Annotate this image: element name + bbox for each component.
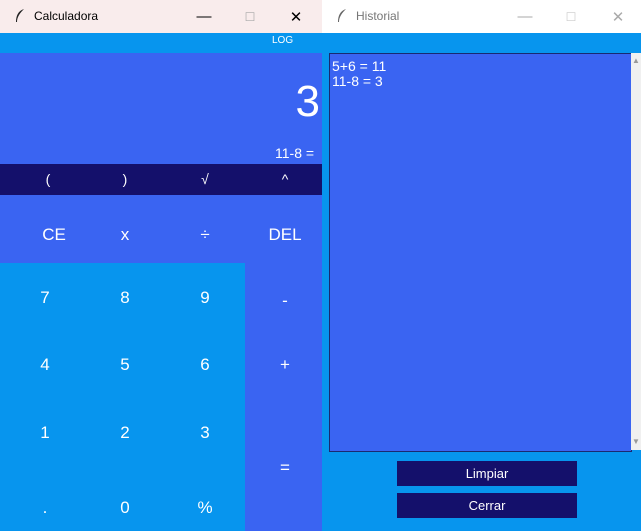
window-title: Calculadora [34, 9, 99, 23]
key-7[interactable]: 7 [5, 278, 85, 318]
key-0[interactable]: 0 [85, 488, 165, 528]
calculator-window: Calculadora — ☐ ✕ LOG 3 11-8 = ( ) √ ^ C… [0, 0, 322, 531]
minimize-button[interactable]: — [181, 0, 227, 33]
key-4[interactable]: 4 [5, 345, 85, 385]
key-1[interactable]: 1 [5, 413, 85, 453]
scroll-down-icon[interactable]: ▼ [632, 438, 640, 446]
close-button[interactable]: ✕ [595, 0, 641, 33]
close-history-button[interactable]: Cerrar [397, 493, 577, 518]
power-button[interactable]: ^ [245, 164, 322, 195]
log-button[interactable]: LOG [272, 35, 293, 46]
scroll-up-icon[interactable]: ▲ [632, 57, 640, 65]
delete-button[interactable]: DEL [245, 215, 322, 255]
percent-button[interactable]: % [165, 488, 245, 528]
history-window: Historial — ☐ ✕ 5+6 = 11 11-8 = 3 ▲ ▼ Li… [322, 0, 641, 531]
history-entry: 11-8 = 3 [332, 73, 383, 89]
history-scrollbar[interactable]: ▲ ▼ [631, 53, 641, 450]
minimize-button[interactable]: — [502, 0, 548, 33]
operators-row: ( ) √ ^ [0, 164, 322, 195]
open-paren-button[interactable]: ( [8, 164, 88, 195]
key-6[interactable]: 6 [165, 345, 245, 385]
calculator-titlebar: Calculadora — ☐ ✕ [0, 0, 322, 33]
sqrt-button[interactable]: √ [165, 164, 245, 195]
close-paren-button[interactable]: ) [85, 164, 165, 195]
key-2[interactable]: 2 [85, 413, 165, 453]
window-title: Historial [356, 9, 400, 23]
result-display: 3 [295, 77, 320, 126]
minus-button[interactable]: - [245, 281, 322, 321]
key-3[interactable]: 3 [165, 413, 245, 453]
ce-button[interactable]: CE [14, 215, 94, 255]
close-button[interactable]: ✕ [273, 0, 319, 33]
key-8[interactable]: 8 [85, 278, 165, 318]
multiply-button[interactable]: x [85, 215, 165, 255]
plus-button[interactable]: + [245, 345, 322, 385]
history-titlebar: Historial — ☐ ✕ [322, 0, 641, 33]
maximize-button[interactable]: ☐ [227, 0, 273, 33]
key-9[interactable]: 9 [165, 278, 245, 318]
feather-icon [338, 9, 346, 22]
history-list[interactable]: 5+6 = 11 11-8 = 3 [329, 53, 632, 452]
expression-display: 11-8 = [275, 145, 315, 161]
calculator-body: LOG 3 11-8 = ( ) √ ^ CE x ÷ DEL 7 8 9 - … [0, 33, 322, 531]
equals-button[interactable]: = [245, 448, 322, 488]
decimal-button[interactable]: . [5, 488, 85, 528]
divide-button[interactable]: ÷ [165, 215, 245, 255]
maximize-button[interactable]: ☐ [548, 0, 594, 33]
feather-icon [16, 9, 24, 22]
history-entry: 5+6 = 11 [332, 58, 387, 74]
log-bar[interactable]: LOG [0, 33, 322, 53]
clear-history-button[interactable]: Limpiar [397, 461, 577, 486]
key-5[interactable]: 5 [85, 345, 165, 385]
